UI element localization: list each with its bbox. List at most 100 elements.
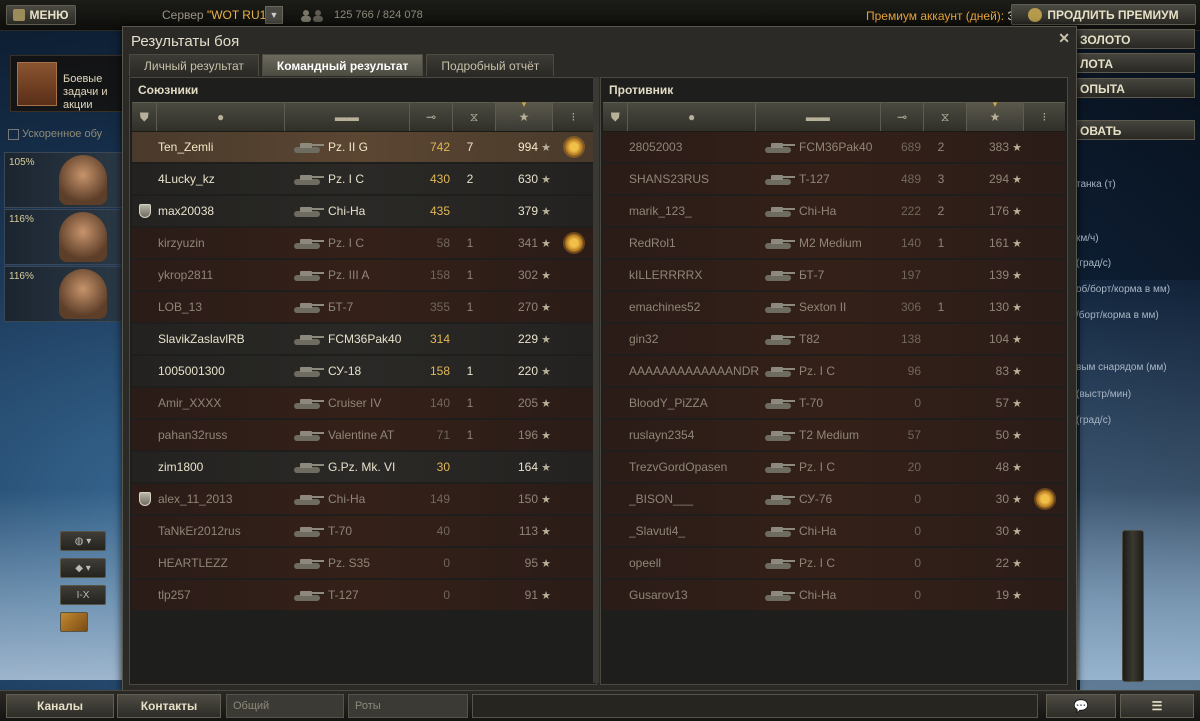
player-row[interactable]: TaNkEr2012rus T-70 40 113 ★ xyxy=(132,516,594,546)
type-filter-button[interactable]: ◆ ▾ xyxy=(60,558,106,578)
channels-button[interactable]: Каналы xyxy=(6,694,114,718)
tank-icon xyxy=(294,143,324,153)
menu-button[interactable]: МЕНЮ xyxy=(6,5,76,25)
header-damage-icon[interactable]: ⊸ xyxy=(410,103,454,131)
tank-icon xyxy=(765,399,795,409)
damage-value: 689 xyxy=(900,140,921,154)
player-row[interactable]: tlp257 T-127 0 91 ★ xyxy=(132,580,594,610)
vehicle-name: Pz. I C xyxy=(799,556,836,570)
research-button[interactable]: ОВАТЬ xyxy=(1075,120,1195,140)
chat-notifications-button[interactable]: 💬 xyxy=(1046,694,1116,718)
player-row[interactable]: pahan32russ Valentine AT 71 1 196 ★ xyxy=(132,420,594,450)
vehicle-name: Valentine AT xyxy=(328,428,395,442)
tab-detailed[interactable]: Подробный отчёт xyxy=(426,54,555,76)
players-online-count: 125 766 / 824 078 xyxy=(334,9,423,21)
player-row[interactable]: SHANS23RUS T-127 489 3 294 ★ xyxy=(603,164,1065,194)
player-row[interactable]: emachines52 Sexton II 306 1 130 ★ xyxy=(603,292,1065,322)
tank-icon xyxy=(294,431,324,441)
player-row[interactable]: Gusarov13 Chi-Ha 0 19 ★ xyxy=(603,580,1065,610)
player-row[interactable]: 4Lucky_kz Pz. I C 430 2 630 ★ xyxy=(132,164,594,194)
star-icon: ★ xyxy=(541,461,551,474)
star-icon: ★ xyxy=(541,397,551,410)
camo-filter-button[interactable] xyxy=(60,612,88,632)
channel-companies[interactable]: Роты xyxy=(348,694,468,718)
service-menu-button[interactable]: ☰ xyxy=(1120,694,1194,718)
header-xp-icon[interactable]: ★ xyxy=(967,103,1024,131)
player-row[interactable]: marik_123_ Chi-Ha 222 2 176 ★ xyxy=(603,196,1065,226)
player-row[interactable]: Ten_Zemli Pz. II G 742 7 994 ★ xyxy=(132,132,594,162)
player-row[interactable]: SlavikZaslavlRB FCM36Pak40 314 229 ★ xyxy=(132,324,594,354)
player-row[interactable]: TrezvGordOpasen Pz. I C 20 48 ★ xyxy=(603,452,1065,482)
player-row[interactable]: _Slavuti4_ Chi-Ha 0 30 ★ xyxy=(603,516,1065,546)
star-icon: ★ xyxy=(541,525,551,538)
exchange-gold-button[interactable]: ЛОТА xyxy=(1075,53,1195,73)
server-selector[interactable]: Сервер "WOT RU1" xyxy=(162,8,271,22)
header-vehicle-icon[interactable]: ▬▬ xyxy=(285,103,410,131)
header-squad-icon[interactable]: ⛊ xyxy=(132,103,158,131)
player-row[interactable]: 28052003 FCM36Pak40 689 2 383 ★ xyxy=(603,132,1065,162)
tab-team[interactable]: Командный результат xyxy=(261,54,424,76)
player-name: Amir_XXXX xyxy=(158,396,222,410)
player-row[interactable]: 1005001300 СУ-18 158 1 220 ★ xyxy=(132,356,594,386)
player-name: kirzyuzin xyxy=(158,236,205,250)
header-player-icon[interactable]: ● xyxy=(628,103,756,131)
player-row[interactable]: kirzyuzin Pz. I C 58 1 341 ★ xyxy=(132,228,594,258)
player-row[interactable]: _BISON___ СУ-76 0 30 ★ xyxy=(603,484,1065,514)
vehicle-cell xyxy=(288,427,328,443)
star-icon: ★ xyxy=(541,333,551,346)
player-row[interactable]: kILLERRRRX БТ-7 197 139 ★ xyxy=(603,260,1065,290)
header-xp-icon[interactable]: ★ xyxy=(496,103,553,131)
header-frags-icon[interactable]: ⧖ xyxy=(453,103,497,131)
player-row[interactable]: alex_11_2013 Chi-Ha 149 150 ★ xyxy=(132,484,594,514)
crew-member[interactable]: 105% xyxy=(4,152,126,208)
nation-filter-button[interactable]: ◍ ▾ xyxy=(60,531,106,551)
crew-member[interactable]: 116% xyxy=(4,266,126,322)
player-row[interactable]: zim1800 G.Pz. Mk. VI 30 164 ★ xyxy=(132,452,594,482)
star-icon: ★ xyxy=(1012,173,1022,186)
vehicle-name: G.Pz. Mk. VI xyxy=(328,460,396,474)
convert-xp-button[interactable]: ОПЫТА xyxy=(1075,78,1195,98)
stat-turret-traverse: (град/с) xyxy=(1076,415,1112,426)
header-medal-icon[interactable]: ⁝ xyxy=(1024,103,1065,131)
accelerated-training-toggle[interactable]: Ускоренное обу xyxy=(8,128,102,140)
damage-value: 158 xyxy=(429,364,450,378)
channel-common[interactable]: Общий xyxy=(226,694,344,718)
player-row[interactable]: HEARTLEZZ Pz. S35 0 95 ★ xyxy=(132,548,594,578)
player-row[interactable]: LOB_13 БТ-7 355 1 270 ★ xyxy=(132,292,594,322)
allies-panel: Союзники ⛊ ● ▬▬ ⊸ ⧖ ★ ⁝ Ten_Zemli Pz. II … xyxy=(129,77,597,685)
chat-input[interactable] xyxy=(472,694,1038,718)
header-squad-icon[interactable]: ⛊ xyxy=(603,103,629,131)
tier-filter-button[interactable]: I-X xyxy=(60,585,106,605)
player-row[interactable]: AAAAAAAAAAAAANDREY Pz. I C 96 83★ xyxy=(603,356,1065,386)
header-medal-icon[interactable]: ⁝ xyxy=(553,103,594,131)
player-row[interactable]: max20038 Chi-Ha 435 379 ★ xyxy=(132,196,594,226)
contacts-button[interactable]: Контакты xyxy=(117,694,221,718)
player-row[interactable]: opeell Pz. I C 0 22 ★ xyxy=(603,548,1065,578)
header-frags-icon[interactable]: ⧖ xyxy=(924,103,968,131)
stat-penetration: вым снарядом (мм) xyxy=(1076,362,1167,373)
xp-value: 341 xyxy=(517,236,538,250)
star-icon: ★ xyxy=(541,205,551,218)
player-row[interactable]: gin32 T82 138 104 ★ xyxy=(603,324,1065,354)
player-row[interactable]: Amir_XXXX Cruiser IV 140 1 205 ★ xyxy=(132,388,594,418)
buy-gold-button[interactable]: ЗОЛОТО xyxy=(1075,29,1195,49)
vehicle-name: Pz. S35 xyxy=(328,556,371,570)
header-vehicle-icon[interactable]: ▬▬ xyxy=(756,103,881,131)
close-icon[interactable]: ✕ xyxy=(1058,30,1070,47)
missions-panel[interactable]: Боевые задачи и акции xyxy=(10,55,130,112)
tank-icon xyxy=(294,559,324,569)
vehicle-name: Sexton II xyxy=(799,300,847,314)
crew-member[interactable]: 116% xyxy=(4,209,126,265)
extend-premium-button[interactable]: ПРОДЛИТЬ ПРЕМИУМ xyxy=(1011,4,1196,25)
xp-value: 994 xyxy=(517,140,538,154)
player-row[interactable]: ykrop2811 Pz. III A 158 1 302 ★ xyxy=(132,260,594,290)
player-row[interactable]: RedRol1 M2 Medium 140 1 161 ★ xyxy=(603,228,1065,258)
carousel-scroll-button[interactable] xyxy=(1122,530,1144,682)
tab-personal[interactable]: Личный результат xyxy=(129,54,259,76)
server-dropdown-icon[interactable]: ▼ xyxy=(265,6,283,24)
player-row[interactable]: ruslayn2354 T2 Medium 57 50 ★ xyxy=(603,420,1065,450)
header-player-icon[interactable]: ● xyxy=(157,103,285,131)
premium-text: Премиум аккаунт (дней): xyxy=(866,9,1005,23)
header-damage-icon[interactable]: ⊸ xyxy=(881,103,925,131)
player-row[interactable]: BloodY_PiZZA T-70 0 57 ★ xyxy=(603,388,1065,418)
